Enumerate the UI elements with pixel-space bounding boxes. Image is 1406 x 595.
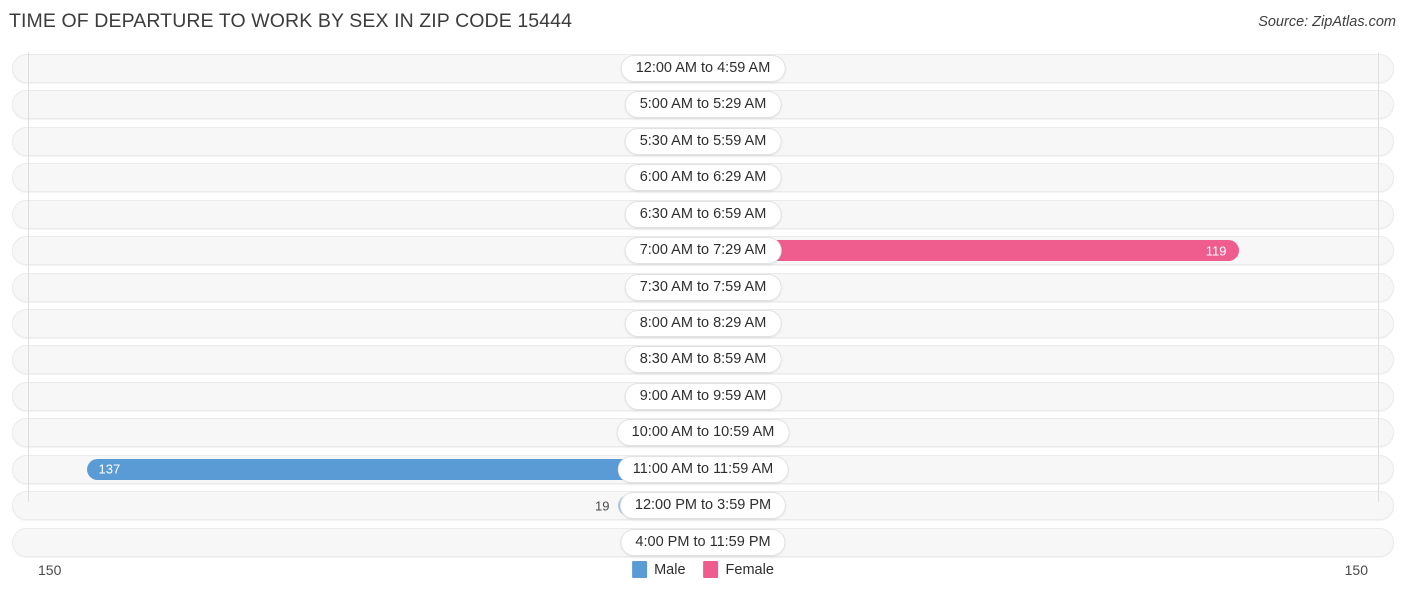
category-label-pill: 8:00 AM to 8:29 AM xyxy=(624,310,782,337)
axis-max-left: 150 xyxy=(38,562,62,578)
category-label-pill: 12:00 PM to 3:59 PM xyxy=(619,492,787,520)
category-label-pill: 7:30 AM to 7:59 AM xyxy=(624,273,782,301)
legend-item-male[interactable]: Male xyxy=(632,561,686,578)
chart-row[interactable]: 005:30 AM to 5:59 AM xyxy=(12,126,1394,156)
category-label-pill: 10:00 AM to 10:59 AM xyxy=(616,419,790,447)
axis-line-right xyxy=(1378,52,1379,502)
chart-row[interactable]: 0010:00 AM to 10:59 AM xyxy=(12,418,1394,448)
legend-label-male: Male xyxy=(654,561,686,578)
legend-label-female: Female xyxy=(725,561,774,578)
chart-row[interactable]: 005:00 AM to 5:29 AM xyxy=(12,90,1394,120)
chart-row[interactable]: 137011:00 AM to 11:59 AM xyxy=(12,454,1394,484)
chart-root: TIME OF DEPARTURE TO WORK BY SEX IN ZIP … xyxy=(0,0,1406,595)
category-label-pill: 11:00 AM to 11:59 AM xyxy=(617,455,789,483)
category-label-pill: 12:00 AM to 4:59 AM xyxy=(620,55,786,82)
chart-row[interactable]: 006:00 AM to 6:29 AM xyxy=(12,163,1394,193)
bar-value-female: 119 xyxy=(1205,243,1227,259)
chart-plot-area: 0012:00 AM to 4:59 AM 005:00 AM to 5:29 A… xyxy=(0,52,1406,557)
axis-line-left xyxy=(28,52,29,502)
chart-row[interactable]: 008:00 AM to 8:29 AM xyxy=(12,309,1394,338)
category-label-pill: 9:00 AM to 9:59 AM xyxy=(624,382,782,410)
source-attribution: Source: ZipAtlas.com xyxy=(1258,14,1396,30)
bar-value-male: 19 xyxy=(595,498,610,514)
category-label-pill: 4:00 PM to 11:59 PM xyxy=(620,528,786,556)
chart-row[interactable]: 19012:00 PM to 3:59 PM xyxy=(12,491,1394,521)
chart-row[interactable]: 0012:00 AM to 4:59 AM xyxy=(12,54,1394,83)
category-label-pill: 8:30 AM to 8:59 AM xyxy=(624,346,782,374)
legend-swatch-male-icon xyxy=(632,561,648,578)
chart-row[interactable]: 006:30 AM to 6:59 AM xyxy=(12,199,1394,229)
chart-row[interactable]: 008:30 AM to 8:59 AM xyxy=(12,345,1394,375)
chart-row[interactable]: 009:00 AM to 9:59 AM xyxy=(12,381,1394,411)
category-label-pill: 6:30 AM to 6:59 AM xyxy=(624,200,782,228)
bar-male[interactable]: 137 xyxy=(86,458,703,480)
axis-max-right: 150 xyxy=(1344,562,1368,578)
chart-row[interactable]: 11907:00 AM to 7:29 AM xyxy=(12,236,1394,266)
legend-swatch-female-icon xyxy=(703,561,719,578)
chart-row[interactable]: 007:30 AM to 7:59 AM xyxy=(12,272,1394,302)
chart-footer: 150 150 Male Female xyxy=(0,552,1406,595)
page-title: TIME OF DEPARTURE TO WORK BY SEX IN ZIP … xyxy=(9,10,573,32)
category-label-pill: 7:00 AM to 7:29 AM xyxy=(624,237,782,265)
bar-female[interactable]: 119 xyxy=(703,240,1239,262)
bar-value-male: 137 xyxy=(98,461,121,477)
category-label-pill: 5:00 AM to 5:29 AM xyxy=(624,91,782,119)
legend-item-female[interactable]: Female xyxy=(703,561,774,578)
chart-legend: Male Female xyxy=(632,561,774,578)
category-label-pill: 6:00 AM to 6:29 AM xyxy=(624,164,782,192)
category-label-pill: 5:30 AM to 5:59 AM xyxy=(624,127,782,155)
